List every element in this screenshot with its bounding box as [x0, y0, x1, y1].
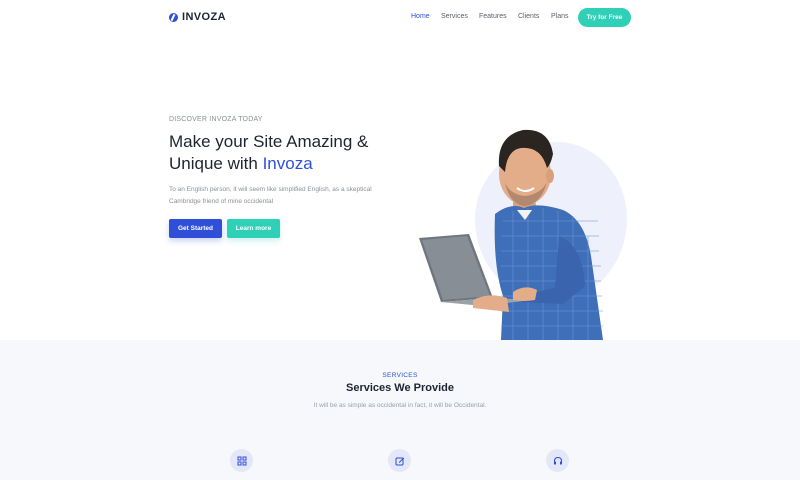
nav-link-features[interactable]: Features — [479, 13, 507, 20]
try-for-free-button[interactable]: Try for Free — [578, 8, 631, 27]
navbar: INVOZA Home Services Features Clients Pl… — [0, 0, 800, 36]
services-description: It will be as simple as occidental in fa… — [313, 402, 487, 409]
brand-logo[interactable]: INVOZA — [169, 11, 226, 23]
nav-link-services[interactable]: Services — [441, 13, 468, 20]
invoza-logo-icon — [169, 12, 178, 22]
nav-link-clients[interactable]: Clients — [518, 13, 539, 20]
nav-link-plans[interactable]: Plans — [551, 13, 569, 20]
service-headphones-icon — [546, 449, 569, 472]
grid-icon — [237, 456, 246, 465]
edit-icon — [395, 457, 404, 465]
services-eyebrow: SERVICES — [382, 372, 418, 379]
services-title: Services We Provide — [345, 382, 455, 394]
man-with-laptop-photo — [419, 129, 603, 340]
hero-description: To an English person, it will seem like … — [169, 186, 372, 205]
headphones-icon — [553, 456, 562, 464]
get-started-button[interactable]: Get Started — [169, 219, 222, 238]
service-grid-icon — [230, 449, 253, 472]
hero-title-accent: Invoza — [262, 154, 313, 173]
hero-title: Make your Site Amazing & Unique with Inv… — [169, 131, 409, 175]
hero-eyebrow: DISCOVER INVOZA TODAY — [169, 116, 263, 123]
service-edit-icon — [388, 449, 411, 472]
learn-more-button[interactable]: Learn more — [227, 219, 280, 238]
brand-name: INVOZA — [182, 11, 226, 23]
hero-title-line1: Make your Site Amazing & — [169, 132, 369, 151]
hero-title-line2: Unique with — [169, 154, 263, 173]
services-section: SERVICES Services We Provide It will be … — [0, 340, 800, 480]
nav-link-home[interactable]: Home — [411, 13, 430, 20]
